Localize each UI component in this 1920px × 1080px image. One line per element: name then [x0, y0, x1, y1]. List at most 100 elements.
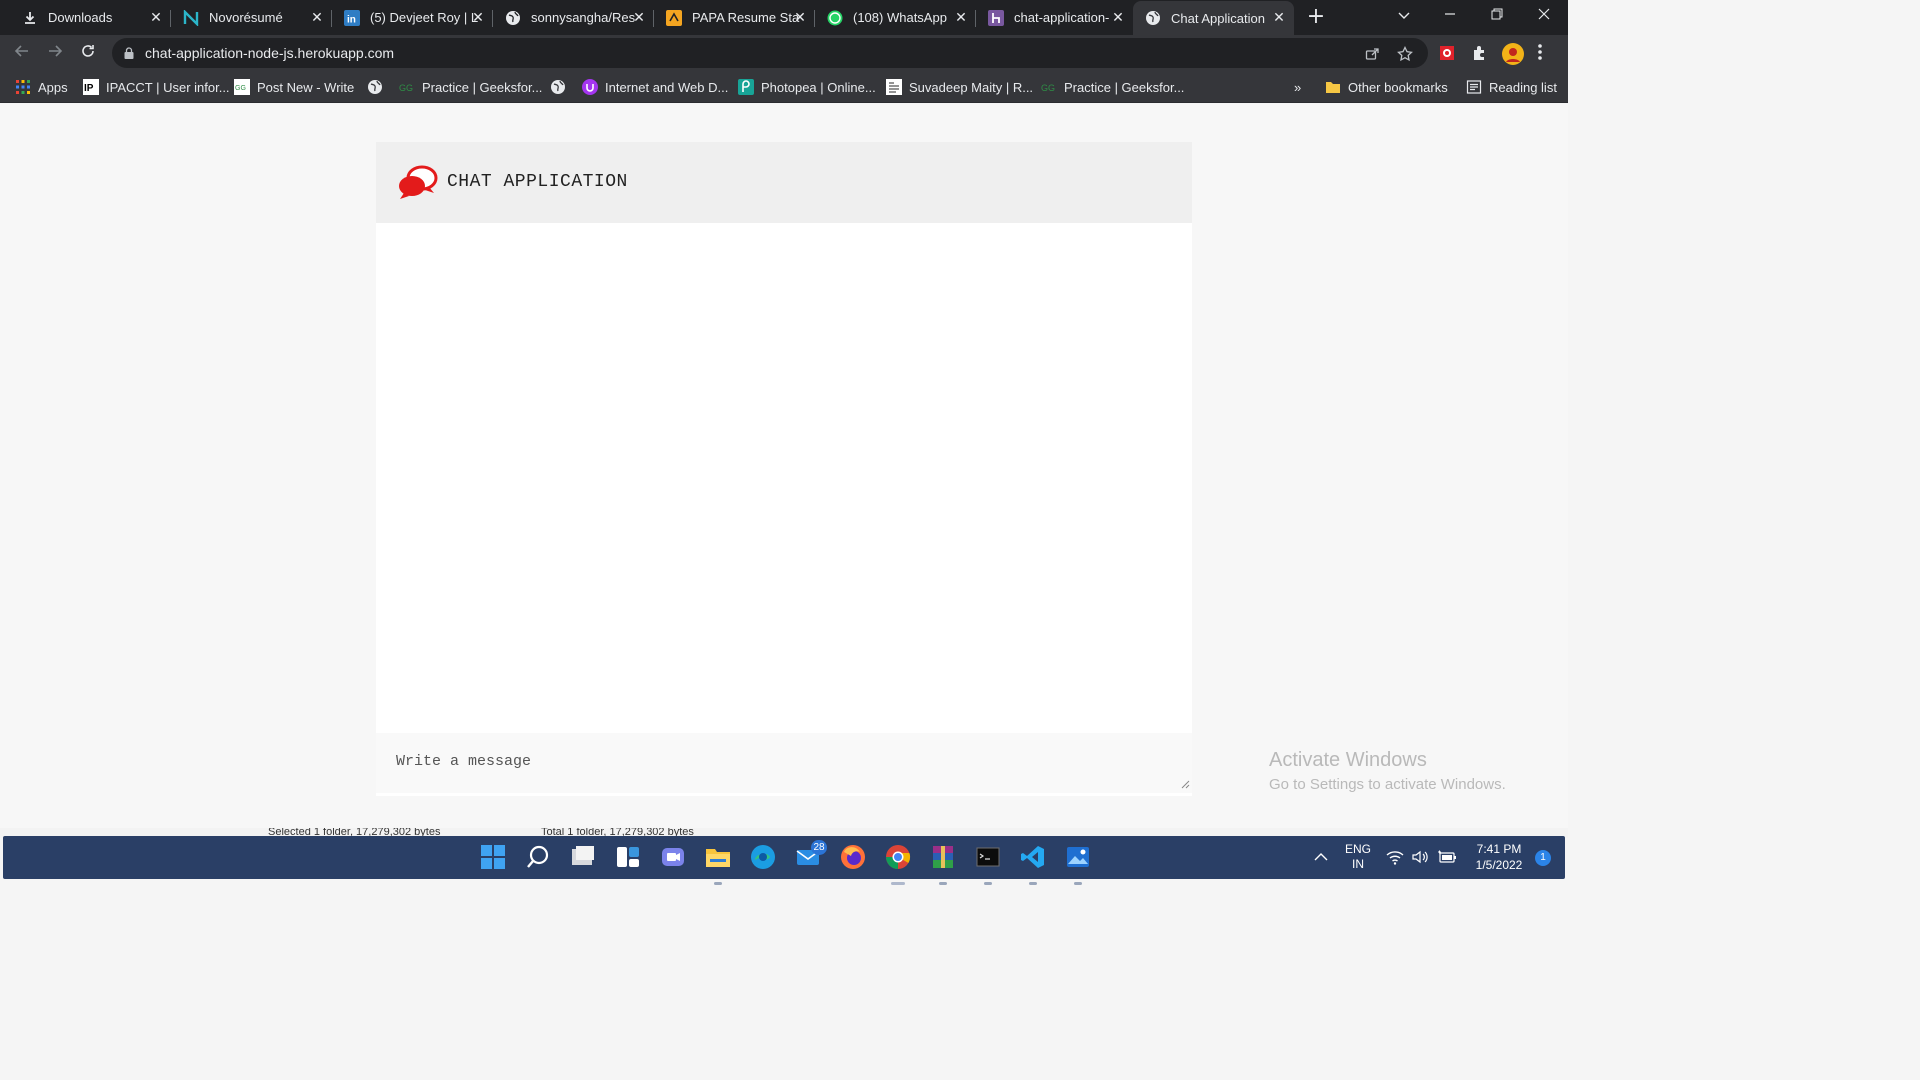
- bookmark-apps[interactable]: Apps: [15, 78, 68, 96]
- reading-list[interactable]: Reading list: [1466, 78, 1557, 96]
- close-icon[interactable]: ✕: [632, 10, 646, 24]
- bookmark-post-new[interactable]: GG Post New - Write: [234, 78, 354, 96]
- tab-chat-application[interactable]: Chat Application ✕: [1133, 1, 1294, 35]
- bookmarks-overflow-button[interactable]: »: [1294, 78, 1301, 96]
- close-icon[interactable]: ✕: [1272, 10, 1286, 24]
- svg-text:IP: IP: [84, 83, 94, 94]
- gfg-icon: GG: [1041, 79, 1057, 95]
- close-icon[interactable]: ✕: [793, 10, 807, 24]
- gfg-write-icon: GG: [234, 79, 250, 95]
- overflow-chevron-icon: »: [1294, 79, 1302, 95]
- share-icon[interactable]: [1364, 46, 1380, 62]
- restore-button[interactable]: [1487, 6, 1507, 26]
- bookmark-globe-1[interactable]: [367, 78, 390, 96]
- new-tab-button[interactable]: +: [1306, 6, 1326, 28]
- file-explorer-icon[interactable]: [705, 844, 731, 885]
- reading-list-icon: [1466, 79, 1482, 95]
- linkedin-icon: in: [344, 9, 360, 26]
- watermark-subtitle: Go to Settings to activate Windows.: [1269, 776, 1506, 793]
- address-bar[interactable]: chat-application-node-js.herokuapp.com: [112, 38, 1428, 68]
- tab-title: Novorésumé: [209, 10, 283, 25]
- papa-icon: [666, 9, 682, 26]
- tab-search-chevron-icon[interactable]: [1394, 6, 1414, 26]
- close-icon[interactable]: ✕: [1111, 10, 1125, 24]
- search-icon[interactable]: [525, 844, 551, 870]
- show-hidden-icons-chevron-icon[interactable]: [1313, 849, 1331, 867]
- bookmark-label: Practice | Geeksfor...: [1064, 79, 1185, 95]
- tab-heroku[interactable]: chat-application- ✕: [976, 1, 1133, 34]
- photos-icon[interactable]: [1065, 844, 1091, 885]
- svg-text:GG: GG: [235, 85, 246, 92]
- task-view-icon[interactable]: [570, 844, 596, 870]
- tab-github[interactable]: sonnysangha/Res ✕: [493, 1, 654, 34]
- reload-button[interactable]: [78, 43, 98, 63]
- url-text[interactable]: chat-application-node-js.herokuapp.com: [145, 45, 394, 61]
- winrar-icon[interactable]: [930, 844, 956, 885]
- vscode-icon[interactable]: [1020, 844, 1046, 885]
- activate-windows-watermark: Activate Windows Go to Settings to activ…: [1269, 749, 1506, 793]
- message-input[interactable]: [376, 733, 1192, 793]
- bookmark-suvadeep[interactable]: Suvadeep Maity | R...: [886, 78, 1033, 96]
- close-icon[interactable]: ✕: [954, 10, 968, 24]
- start-icon[interactable]: [480, 844, 506, 870]
- chat-bubbles-logo-icon: [399, 165, 438, 199]
- bookmark-internet-web[interactable]: Internet and Web D...: [582, 78, 728, 96]
- tab-downloads[interactable]: Downloads ✕: [10, 1, 171, 34]
- close-icon[interactable]: ✕: [149, 10, 163, 24]
- tab-title: Downloads: [48, 10, 113, 25]
- forward-button[interactable]: [45, 43, 65, 63]
- browser-tab-strip: Downloads ✕ Novorésumé ✕ in (5) Devjeet …: [0, 0, 1568, 35]
- tab-whatsapp[interactable]: (108) WhatsApp ✕: [815, 1, 976, 34]
- bookmark-practice-gfg-1[interactable]: GG Practice | Geeksfor...: [399, 78, 542, 96]
- edge-icon[interactable]: [750, 844, 776, 870]
- profile-avatar[interactable]: [1502, 43, 1524, 65]
- language-indicator[interactable]: ENG IN: [1341, 842, 1375, 871]
- chrome-icon[interactable]: [885, 844, 911, 885]
- wifi-icon[interactable]: [1386, 849, 1404, 867]
- close-window-button[interactable]: [1534, 6, 1554, 26]
- terminal-icon[interactable]: [975, 844, 1001, 885]
- clock-date: 1/5/2022: [1475, 858, 1523, 872]
- tab-papa-resume[interactable]: PAPA Resume Sta ✕: [654, 1, 815, 34]
- volume-icon[interactable]: [1411, 849, 1429, 867]
- extensions-puzzle-icon[interactable]: [1470, 43, 1490, 63]
- language-code: ENG: [1344, 842, 1371, 856]
- other-bookmarks[interactable]: Other bookmarks: [1325, 78, 1448, 96]
- close-icon[interactable]: ✕: [471, 10, 485, 24]
- bookmark-star-icon[interactable]: [1397, 45, 1413, 62]
- extension-red-icon[interactable]: [1437, 43, 1457, 63]
- svg-text:in: in: [347, 14, 356, 25]
- bookmark-photopea[interactable]: Photopea | Online...: [738, 78, 876, 96]
- widgets-icon[interactable]: [615, 844, 641, 870]
- globe-icon: [367, 79, 383, 95]
- bookmark-ipacct[interactable]: IP IPACCT | User infor...: [83, 78, 230, 96]
- battery-icon[interactable]: [1437, 849, 1456, 867]
- tab-linkedin[interactable]: in (5) Devjeet Roy | L ✕: [332, 1, 493, 34]
- back-button[interactable]: [12, 43, 32, 63]
- firefox-icon[interactable]: [840, 844, 866, 870]
- mail-icon[interactable]: 28: [795, 840, 827, 870]
- tab-title: (108) WhatsApp: [853, 10, 947, 25]
- bookmarks-bar: Apps IP IPACCT | User infor... GG Post N…: [0, 71, 1568, 103]
- bookmark-globe-2[interactable]: [550, 78, 573, 96]
- bookmark-label: Post New - Write: [257, 79, 355, 95]
- minimize-button[interactable]: [1440, 6, 1460, 26]
- other-bookmarks-label: Other bookmarks: [1348, 79, 1448, 95]
- tab-title: sonnysangha/Res: [531, 10, 636, 25]
- lock-icon[interactable]: [124, 47, 134, 59]
- notification-badge[interactable]: 1: [1535, 850, 1551, 866]
- close-icon[interactable]: ✕: [310, 10, 324, 24]
- clock[interactable]: 7:41 PM 1/5/2022: [1465, 842, 1533, 872]
- tab-novoresume[interactable]: Novorésumé ✕: [171, 1, 332, 34]
- resize-grip-icon[interactable]: [1181, 780, 1190, 789]
- tab-title: Chat Application: [1171, 10, 1265, 26]
- teams-chat-icon[interactable]: [660, 844, 686, 870]
- globe-icon: [550, 79, 566, 95]
- watermark-title: Activate Windows: [1269, 749, 1427, 771]
- clock-time: 7:41 PM: [1476, 842, 1522, 856]
- bookmark-label: Practice | Geeksfor...: [422, 79, 543, 95]
- chrome-menu-icon[interactable]: [1537, 43, 1557, 63]
- bookmark-label: Photopea | Online...: [761, 79, 876, 95]
- bookmark-practice-gfg-2[interactable]: GG Practice | Geeksfor...: [1041, 78, 1184, 96]
- message-area: [376, 223, 1192, 733]
